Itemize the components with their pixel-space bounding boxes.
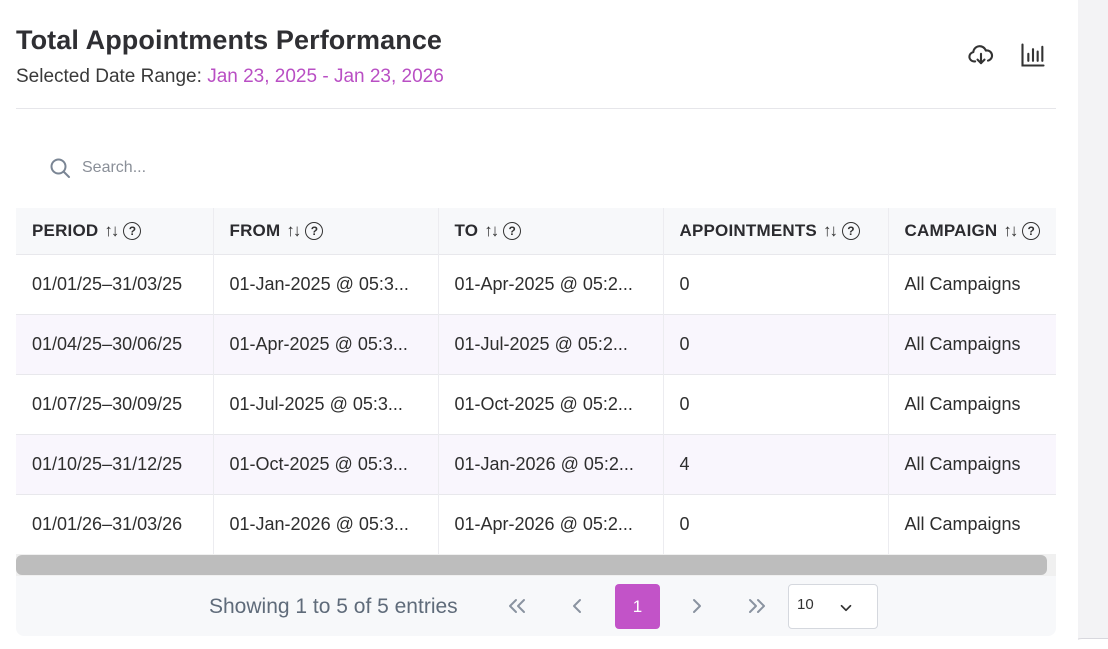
table-row[interactable]: 01/10/25–31/12/25 01-Oct-2025 @ 05:3... 01… [16, 434, 1056, 494]
column-header-label: TO [454, 220, 479, 240]
table-row[interactable]: 01/04/25–30/06/25 01-Apr-2025 @ 05:3... 01… [16, 314, 1056, 374]
column-header-appointments[interactable]: APPOINTMENTS ↑↓? [663, 208, 889, 254]
page-title: Total Appointments Performance [16, 25, 443, 55]
help-icon[interactable]: ? [841, 221, 860, 240]
scrollbar-thumb[interactable] [16, 555, 1047, 575]
column-header-from[interactable]: FROM ↑↓? [213, 208, 439, 254]
column-header-content: CAMPAIGN ↑↓? [904, 220, 1040, 241]
bar-chart-icon[interactable] [1018, 40, 1048, 70]
double-chevron-left-icon [509, 599, 525, 613]
table-header-row: PERIOD ↑↓? FROM ↑↓? TO ↑↓? APPOINTMENTS ↑↓? CAMP… [16, 208, 1056, 254]
table-cell-campaign: All Campaigns [904, 273, 1021, 294]
column-header-content: APPOINTMENTS ↑↓? [680, 221, 872, 241]
page-size-value: 10 [797, 596, 814, 613]
sort-icon[interactable]: ↑↓ [484, 221, 499, 241]
table-cell-to: 01-Jul-2025 @ 05:2... [438, 314, 664, 374]
entries-summary: Showing 1 to 5 of 5 entries [209, 595, 458, 618]
table-cell-campaign: All Campaigns [904, 513, 1021, 534]
help-icon[interactable]: ? [123, 221, 142, 240]
column-header-content: TO ↑↓? [455, 221, 647, 241]
sort-icon[interactable]: ↑↓ [1003, 221, 1018, 241]
page-size-select[interactable]: 10 [788, 584, 878, 629]
table-cell-period: 01/10/25–31/12/25 [16, 434, 214, 494]
chevron-down-icon [840, 604, 852, 612]
search-icon [50, 158, 70, 178]
right-gutter [1078, 0, 1108, 649]
pagination-bar: Showing 1 to 5 of 5 entries 1 10 [16, 576, 1056, 636]
help-icon[interactable]: ? [1022, 221, 1040, 240]
table-cell-period: 01/07/25–30/09/25 [16, 374, 214, 434]
sort-icon[interactable]: ↑↓ [286, 221, 301, 241]
date-range-value[interactable]: Jan 23, 2025 - Jan 23, 2026 [207, 66, 444, 87]
column-header-label: APPOINTMENTS [679, 220, 817, 240]
column-header-content: PERIOD ↑↓? [32, 221, 197, 241]
table-cell-from: 01-Jul-2025 @ 05:3... [213, 374, 439, 434]
horizontal-scrollbar[interactable] [16, 554, 1056, 576]
column-header-to[interactable]: TO ↑↓? [438, 208, 664, 254]
column-header-label: FROM [229, 220, 281, 240]
table-cell-to: 01-Apr-2026 @ 05:2... [438, 494, 664, 554]
cloud-download-icon[interactable] [966, 40, 996, 70]
table-cell-from: 01-Apr-2025 @ 05:3... [213, 314, 439, 374]
table-cell-appointments: 0 [663, 314, 889, 374]
data-table-container: PERIOD ↑↓? FROM ↑↓? TO ↑↓? APPOINTMENTS ↑↓? CAMP… [16, 208, 1056, 554]
date-range-label: Selected Date Range: [16, 66, 202, 87]
table-cell-appointments: 0 [663, 374, 889, 434]
column-header-label: PERIOD [32, 220, 99, 240]
table-cell-from: 01-Jan-2025 @ 05:3... [213, 254, 439, 314]
appointments-table: PERIOD ↑↓? FROM ↑↓? TO ↑↓? APPOINTMENTS ↑↓? CAMP… [16, 208, 1056, 554]
table-cell-to: 01-Apr-2025 @ 05:2... [438, 254, 664, 314]
table-body: 01/01/25–31/03/25 01-Jan-2025 @ 05:3... 01… [16, 254, 1056, 554]
table-cell-campaign: All Campaigns [904, 453, 1021, 474]
chevron-right-icon [693, 599, 701, 613]
table-cell-from: 01-Jan-2026 @ 05:3... [213, 494, 439, 554]
report-card: Total Appointments Performance Selected … [0, 0, 1078, 649]
next-page-button[interactable] [675, 584, 719, 628]
date-range-line: Selected Date Range: Jan 23, 2025 - Jan … [16, 66, 444, 88]
search-box[interactable] [36, 148, 356, 188]
table-row[interactable]: 01/01/25–31/03/25 01-Jan-2025 @ 05:3... 01… [16, 254, 1056, 314]
table-cell-period: 01/04/25–30/06/25 [16, 314, 214, 374]
last-page-button[interactable] [735, 584, 779, 628]
header-divider [16, 108, 1056, 109]
table-cell-period: 01/01/26–31/03/26 [16, 494, 214, 554]
column-header-period[interactable]: PERIOD ↑↓? [16, 208, 214, 254]
table-cell-to: 01-Jan-2026 @ 05:2... [438, 434, 664, 494]
column-header-label: CAMPAIGN [904, 220, 998, 240]
table-row[interactable]: 01/07/25–30/09/25 01-Jul-2025 @ 05:3... 01… [16, 374, 1056, 434]
table-row[interactable]: 01/01/26–31/03/26 01-Jan-2026 @ 05:3... 01… [16, 494, 1056, 554]
sort-icon[interactable]: ↑↓ [104, 221, 119, 241]
previous-page-button[interactable] [555, 584, 599, 628]
table-cell-period: 01/01/25–31/03/25 [16, 254, 214, 314]
column-header-content: FROM ↑↓? [230, 221, 422, 241]
table-cell-to: 01-Oct-2025 @ 05:2... [438, 374, 664, 434]
double-chevron-right-icon [749, 599, 765, 613]
table-cell-campaign: All Campaigns [904, 393, 1021, 414]
column-header-campaign[interactable]: CAMPAIGN ↑↓? [888, 208, 1056, 254]
table-cell-from: 01-Oct-2025 @ 05:3... [213, 434, 439, 494]
table-cell-campaign: All Campaigns [904, 333, 1021, 354]
page-1-button[interactable]: 1 [615, 584, 660, 629]
help-icon[interactable]: ? [305, 221, 324, 240]
table-cell-appointments: 0 [663, 254, 889, 314]
help-icon[interactable]: ? [503, 221, 522, 240]
sort-icon[interactable]: ↑↓ [823, 221, 838, 241]
first-page-button[interactable] [495, 584, 539, 628]
table-cell-appointments: 0 [663, 494, 889, 554]
table-cell-appointments: 4 [663, 434, 889, 494]
search-input[interactable] [82, 159, 342, 177]
chevron-left-icon [573, 599, 581, 613]
